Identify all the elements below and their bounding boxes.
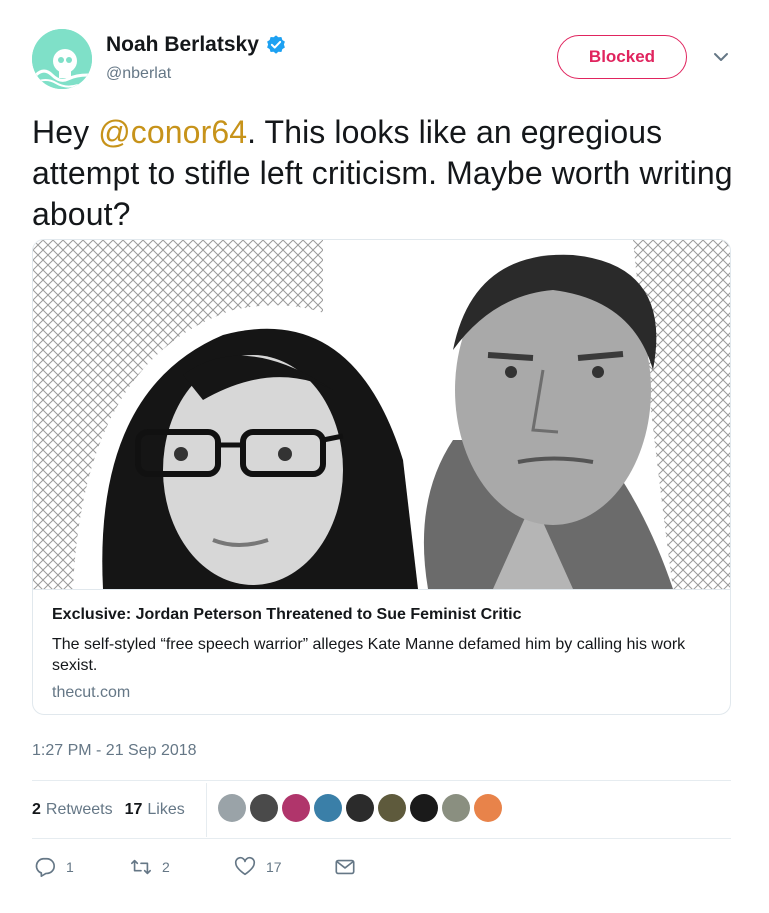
liker-avatars [218, 794, 502, 822]
reply-button[interactable]: 1 [34, 856, 74, 878]
retweets-stat[interactable]: 2 Retweets [32, 801, 113, 819]
liker-avatar[interactable] [282, 794, 310, 822]
like-button[interactable]: 17 [234, 856, 282, 878]
action-bar: 1 2 17 [32, 856, 452, 886]
direct-message-button[interactable] [334, 856, 356, 878]
verified-badge-icon [267, 35, 285, 54]
card-body[interactable]: Exclusive: Jordan Peterson Threatened to… [33, 589, 730, 714]
chevron-down-icon[interactable] [711, 50, 731, 64]
divider [32, 838, 731, 839]
divider [32, 780, 731, 781]
display-name[interactable]: Noah Berlatsky [106, 33, 259, 57]
likes-stat[interactable]: 17 Likes [125, 801, 185, 819]
stats-separator [206, 783, 207, 837]
likes-label: Likes [147, 801, 185, 818]
card-photo [33, 240, 730, 589]
skull-avatar-icon [32, 29, 92, 89]
reply-icon [35, 857, 55, 877]
blocked-button[interactable]: Blocked [557, 35, 687, 79]
tweet-text: Hey @conor64. This looks like an egregio… [32, 112, 742, 235]
avatar[interactable] [32, 29, 92, 89]
retweets-count: 2 [32, 801, 41, 818]
retweet-button[interactable]: 2 [130, 856, 170, 878]
liker-avatar[interactable] [442, 794, 470, 822]
card-description: The self-styled “free speech warrior” al… [52, 636, 686, 674]
liker-avatar[interactable] [314, 794, 342, 822]
retweets-label: Retweets [45, 801, 113, 818]
liker-avatar[interactable] [410, 794, 438, 822]
retweet-icon [131, 859, 151, 875]
mention-link[interactable]: @conor64 [98, 114, 247, 150]
link-card[interactable]: Exclusive: Jordan Peterson Threatened to… [32, 239, 731, 715]
like-count: 17 [266, 859, 282, 875]
tweet-timestamp[interactable]: 1:27 PM - 21 Sep 2018 [32, 742, 197, 760]
reply-count: 1 [66, 859, 74, 875]
liker-avatar[interactable] [250, 794, 278, 822]
liker-avatar[interactable] [474, 794, 502, 822]
tweet-text-before: Hey [32, 114, 99, 150]
tweet: Noah Berlatsky @nberlat Blocked Hey @con… [0, 0, 769, 913]
liker-avatar[interactable] [218, 794, 246, 822]
likes-count: 17 [124, 801, 143, 818]
name-row: Noah Berlatsky [106, 33, 287, 57]
liker-avatar[interactable] [378, 794, 406, 822]
card-title[interactable]: Exclusive: Jordan Peterson Threatened to… [52, 606, 521, 624]
card-image[interactable] [33, 240, 730, 589]
message-icon [335, 859, 355, 875]
engagement-stats: 2 Retweets 17 Likes [32, 801, 185, 819]
like-icon [234, 856, 256, 876]
retweet-count: 2 [162, 859, 170, 875]
user-handle[interactable]: @nberlat [106, 65, 171, 83]
card-domain: thecut.com [52, 684, 131, 701]
liker-avatar[interactable] [346, 794, 374, 822]
